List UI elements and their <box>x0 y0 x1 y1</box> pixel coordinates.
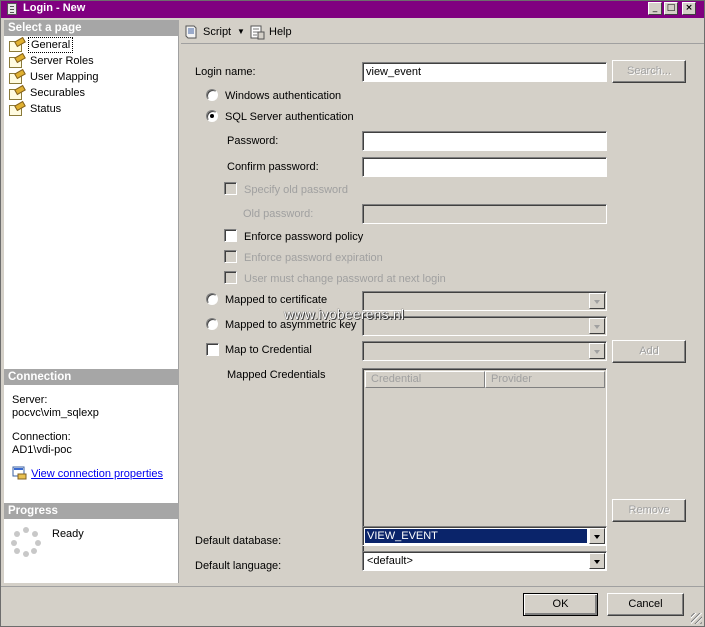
grid-header-credential[interactable]: Credential <box>365 371 485 388</box>
default-language-combo[interactable]: <default> <box>362 551 607 571</box>
connection-label: Connection: <box>12 431 71 443</box>
server-label: Server: <box>12 394 48 406</box>
page-label: Server Roles <box>30 55 94 67</box>
left-pane: Select a page General Server Roles User … <box>4 20 179 583</box>
mapped-asym-radio[interactable] <box>206 318 218 330</box>
chevron-down-icon[interactable]: ▼ <box>237 23 245 41</box>
mapped-cert-radio[interactable] <box>206 293 218 305</box>
remove-button[interactable]: Remove <box>612 499 686 522</box>
credential-value <box>365 344 587 358</box>
default-language-value: <default> <box>367 555 413 567</box>
progress-spinner-icon <box>11 527 41 557</box>
mapped-credentials-label: Mapped Credentials <box>227 369 326 381</box>
add-button[interactable]: Add <box>612 340 686 363</box>
cancel-button[interactable]: Cancel <box>607 593 684 616</box>
help-icon <box>250 25 265 40</box>
grid-header-provider[interactable]: Provider <box>485 371 605 388</box>
sql-auth-label[interactable]: SQL Server authentication <box>225 110 354 124</box>
confirm-password-label: Confirm password: <box>227 161 319 173</box>
mapped-cert-label[interactable]: Mapped to certificate <box>225 293 327 307</box>
password-input[interactable] <box>362 131 607 151</box>
default-language-label: Default language: <box>195 560 282 572</box>
maximize-button[interactable]: □ <box>664 2 678 15</box>
old-password-input[interactable] <box>362 204 607 224</box>
title-bar[interactable]: Login - New _ □ × <box>1 1 704 18</box>
login-name-input[interactable]: view_event <box>362 62 607 82</box>
windows-auth-label[interactable]: Windows authentication <box>225 89 341 103</box>
enforce-policy-checkbox[interactable] <box>224 229 237 242</box>
default-database-value: VIEW_EVENT <box>365 529 587 543</box>
enforce-expiration-label: Enforce password expiration <box>244 252 383 264</box>
page-icon <box>8 39 24 52</box>
specify-old-password-label: Specify old password <box>244 184 348 196</box>
close-button[interactable]: × <box>682 2 696 15</box>
minimize-button[interactable]: _ <box>648 2 662 15</box>
properties-icon <box>12 466 27 480</box>
view-connection-properties[interactable]: View connection properties <box>12 466 163 481</box>
chevron-down-icon[interactable] <box>589 528 605 544</box>
chevron-down-icon[interactable] <box>589 553 605 569</box>
enforce-expiration-checkbox[interactable] <box>224 250 237 263</box>
page-label: General <box>28 37 74 53</box>
window-icon <box>7 3 17 15</box>
help-label: Help <box>269 26 292 38</box>
login-name-label: Login name: <box>195 66 256 78</box>
connection-value: AD1\vdi-poc <box>12 444 72 456</box>
must-change-checkbox[interactable] <box>224 271 237 284</box>
ok-button[interactable]: OK <box>523 593 598 616</box>
login-dialog: Login - New _ □ × Select a page General … <box>0 0 705 627</box>
page-icon <box>8 55 24 68</box>
confirm-password-input[interactable] <box>362 157 607 177</box>
map-credential-label[interactable]: Map to Credential <box>225 343 312 357</box>
resize-grip-icon[interactable] <box>691 613 702 624</box>
default-database-label: Default database: <box>195 535 282 547</box>
page-label: Status <box>30 103 62 115</box>
default-database-combo[interactable]: VIEW_EVENT <box>362 526 607 546</box>
old-password-label: Old password: <box>243 208 314 220</box>
toolbar: Script ▼ Help <box>181 20 704 44</box>
general-page: Login name: view_event Search... Windows… <box>181 45 704 585</box>
specify-old-password-checkbox[interactable] <box>224 182 237 195</box>
password-label: Password: <box>227 135 279 147</box>
server-value: pocvc\vim_sqlexp <box>12 407 99 419</box>
page-label: Securables <box>30 87 86 99</box>
progress-header: Progress <box>4 503 179 519</box>
select-page-header: Select a page <box>4 20 179 36</box>
credential-combo[interactable] <box>362 341 607 361</box>
script-icon <box>185 25 197 39</box>
chevron-down-icon[interactable] <box>589 343 605 359</box>
enforce-policy-label[interactable]: Enforce password policy <box>244 230 363 244</box>
sql-auth-radio[interactable] <box>206 110 218 122</box>
chevron-down-icon[interactable] <box>589 318 605 334</box>
page-label: User Mapping <box>30 71 99 83</box>
map-credential-checkbox[interactable] <box>206 343 219 356</box>
watermark: www.ivobeerens.nl <box>284 306 405 322</box>
connection-header: Connection <box>4 369 179 385</box>
view-connection-properties-link[interactable]: View connection properties <box>31 468 163 480</box>
help-button[interactable]: Help <box>249 23 297 41</box>
dialog-footer: OK Cancel <box>1 586 704 626</box>
window-title: Login - New <box>23 2 86 14</box>
script-button[interactable]: Script ▼ <box>183 23 245 41</box>
page-icon <box>8 71 24 84</box>
script-label: Script <box>203 26 232 38</box>
page-icon <box>8 103 24 116</box>
progress-status: Ready <box>52 528 84 540</box>
windows-auth-radio[interactable] <box>206 89 218 101</box>
search-button[interactable]: Search... <box>612 60 686 83</box>
must-change-label: User must change password at next login <box>244 273 446 285</box>
page-icon <box>8 87 24 100</box>
chevron-down-icon[interactable] <box>589 293 605 309</box>
